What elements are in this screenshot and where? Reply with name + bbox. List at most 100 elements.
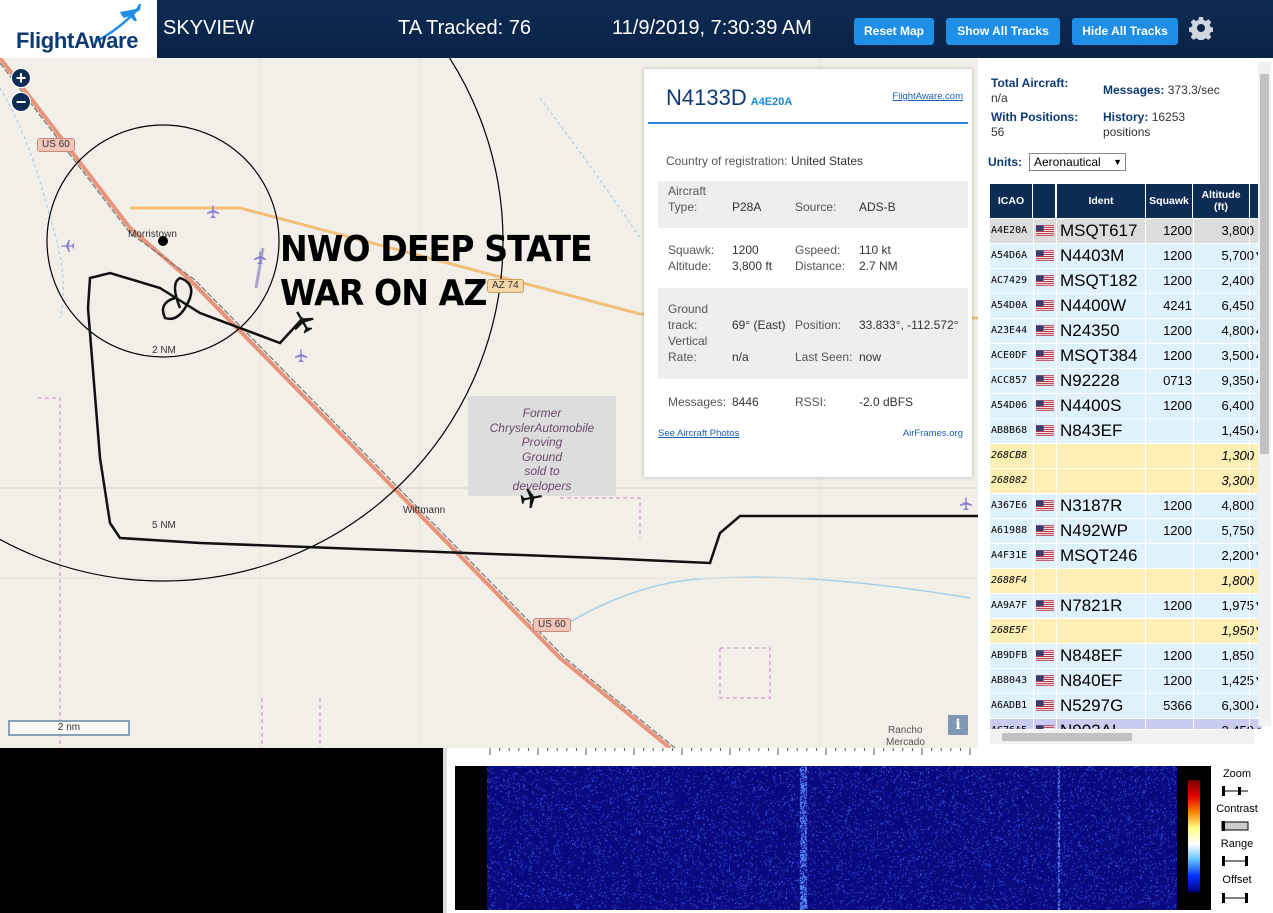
table-row[interactable]: AC7429 MSQT182 1200 2,400 (990, 269, 1262, 293)
column-separator (1145, 394, 1146, 418)
column-separator (1145, 519, 1146, 543)
column-separator (1145, 719, 1146, 729)
table-row[interactable]: 268CB8 1,300 (990, 444, 1262, 468)
range-slider[interactable] (1220, 856, 1250, 866)
ring-label-2nm: 2 NM (152, 345, 176, 356)
aircraft-marker[interactable] (518, 485, 544, 511)
altitude-cell: 2,450 (1196, 719, 1254, 729)
squawk-cell: 1200 (1163, 323, 1192, 338)
table-row[interactable]: AB8043N840EF12001,425▼ (990, 669, 1264, 693)
table-row[interactable]: 2688F4 1,800 (990, 569, 1262, 593)
zoom-out-button[interactable]: − (11, 92, 31, 112)
country-flag-cell (1034, 219, 1056, 243)
column-separator (1033, 244, 1034, 268)
col-altitude[interactable]: Altitude (ft) (1193, 184, 1249, 218)
table-row[interactable]: A4E20A MSQT617 1200 3,800 (990, 219, 1262, 243)
table-row[interactable]: A61988 N492WP 1200 5,750 (990, 519, 1262, 543)
icao-cell: A54D0A (991, 300, 1028, 311)
table-row[interactable]: A367E6 N3187R 1200 4,800 (990, 494, 1262, 518)
table-row[interactable]: AB8B68N843EF1,450▲ (990, 419, 1264, 443)
us60-shield: US 60 (533, 618, 571, 632)
tracked-count: TA Tracked: 76 (398, 17, 532, 39)
table-row[interactable]: A23E44N2435012004,800▲ (990, 319, 1264, 343)
table-row[interactable]: 268082 3,300 (990, 469, 1262, 493)
units-select[interactable]: Aeronautical ▼ (1029, 153, 1126, 171)
column-separator (1249, 244, 1250, 268)
table-row[interactable]: AA9A7FN7821R12001,975▼ (990, 594, 1264, 618)
scroll-thumb[interactable] (1002, 733, 1132, 741)
bottom-left-panel (0, 748, 443, 913)
column-separator (1033, 544, 1034, 568)
with-positions-stat: With Positions: 56 (991, 110, 1078, 140)
table-row[interactable]: AB9DFB N848EF 1200 1,850 (990, 644, 1262, 668)
label-line: Ground (521, 449, 563, 464)
altitude-value: 3,800 ft (732, 259, 773, 273)
contrast-slider[interactable] (1220, 821, 1250, 831)
squawk-cell (1146, 569, 1192, 593)
column-separator (1249, 369, 1250, 393)
aircraft-marker[interactable] (205, 204, 221, 220)
hide-all-tracks-button[interactable]: Hide All Tracks (1072, 18, 1178, 45)
col-icao[interactable]: ICAO (990, 184, 1032, 218)
column-separator (1249, 444, 1250, 468)
us-flag-icon (1036, 400, 1054, 411)
col-ident[interactable]: Ident (1057, 184, 1145, 218)
vertical-scrollbar[interactable] (1258, 62, 1271, 726)
aircraft-marker[interactable] (60, 238, 76, 254)
panel-divider (648, 122, 968, 124)
country-flag-cell (1034, 394, 1056, 418)
aircraft-photos-link[interactable]: See Aircraft Photos (658, 428, 739, 439)
scroll-thumb[interactable] (1260, 74, 1269, 454)
column-separator (1193, 394, 1194, 418)
reset-map-button[interactable]: Reset Map (854, 18, 934, 45)
table-row[interactable]: AC76A5N902AL2,450▲ (990, 719, 1264, 729)
zoom-slider[interactable] (1220, 786, 1250, 796)
aircraft-marker[interactable] (958, 496, 974, 512)
offset-slider[interactable] (1220, 893, 1250, 903)
show-all-tracks-button[interactable]: Show All Tracks (946, 18, 1060, 45)
stat-label: With Positions: (991, 110, 1079, 124)
column-separator (1193, 419, 1194, 443)
column-separator (1249, 619, 1250, 643)
column-separator (1033, 294, 1034, 318)
waterfall-colorbar (1188, 780, 1200, 892)
aircraft-marker[interactable] (293, 348, 309, 364)
column-separator (1056, 519, 1057, 543)
column-separator (1033, 719, 1034, 729)
flightaware-link[interactable]: FlightAware.com (892, 91, 963, 102)
table-row[interactable]: ACC857N9222807139,350▲ (990, 369, 1264, 393)
ident-cell: MSQT617 (1060, 221, 1138, 240)
column-separator (1145, 619, 1146, 643)
table-row[interactable]: A54D0A N4400W 4241 6,450 (990, 294, 1262, 318)
zoom-in-button[interactable]: + (11, 68, 31, 88)
flightaware-logo[interactable]: FlightAware (0, 0, 157, 58)
horizontal-scrollbar[interactable] (990, 730, 1254, 744)
table-row[interactable]: A54D6AN4403M12005,700▼ (990, 244, 1264, 268)
squawk-cell: 1200 (1163, 248, 1192, 263)
table-row[interactable]: A6ADB1N5297G53666,300▲ (990, 694, 1264, 718)
table-row[interactable]: A4F31EMSQT2462,200▼ (990, 544, 1264, 568)
airframes-link[interactable]: AirFrames.org (903, 428, 963, 439)
column-separator (1145, 294, 1146, 318)
column-separator (1056, 269, 1057, 293)
map-info-button[interactable]: i (948, 715, 968, 735)
distance-value: 2.7 NM (859, 259, 898, 273)
icao-cell: A54D06 (991, 400, 1028, 411)
aircraft-marker-selected[interactable] (289, 308, 317, 336)
column-separator (1249, 344, 1250, 368)
ident-cell: N4400W (1060, 296, 1127, 315)
table-row[interactable]: ACE0DFMSQT38412003,500▲ (990, 344, 1264, 368)
table-row[interactable]: 268E5F1,950▼ (990, 619, 1264, 643)
aircraft-marker[interactable] (252, 250, 268, 266)
country-label: Country of registration: (666, 154, 788, 168)
column-separator (1249, 569, 1250, 593)
messages-stat: Messages: 373.3/sec (1103, 83, 1220, 98)
us-flag-icon (1036, 425, 1054, 436)
col-squawk[interactable]: Squawk (1146, 184, 1192, 218)
country-flag-cell (1034, 669, 1056, 693)
table-row[interactable]: A54D06 N4400S 1200 6,400 (990, 394, 1262, 418)
country-flag-cell (1034, 344, 1056, 368)
gear-icon[interactable] (1189, 16, 1213, 40)
place-rancho: Rancho (888, 725, 923, 736)
us60-shield: US 60 (37, 138, 75, 152)
